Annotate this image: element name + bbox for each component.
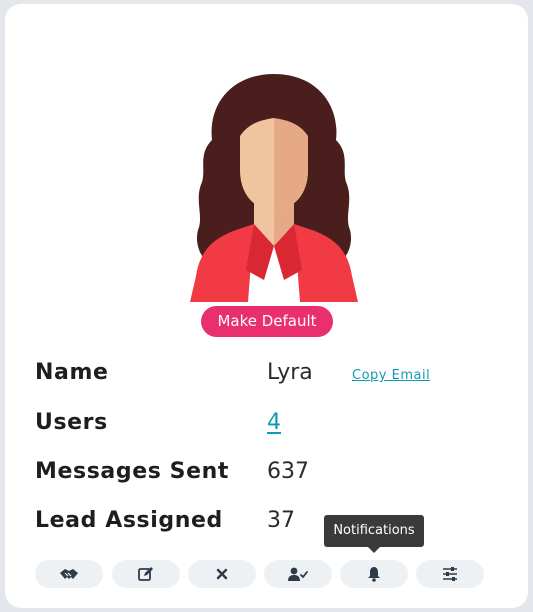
users-row: Users 4 (35, 410, 515, 440)
edit-button[interactable] (112, 560, 180, 588)
name-value: Lyra (267, 360, 313, 385)
messages-sent-row: Messages Sent 637 (35, 459, 515, 489)
name-row: Name Lyra Copy Email (35, 360, 515, 390)
name-label: Name (35, 360, 109, 385)
bell-icon (368, 567, 380, 582)
action-bar (35, 560, 487, 588)
messages-sent-label: Messages Sent (35, 459, 230, 484)
handshake-icon (60, 569, 78, 579)
lead-assigned-row: Lead Assigned 37 (35, 508, 515, 538)
assign-user-button[interactable] (264, 560, 332, 588)
settings-button[interactable] (416, 560, 484, 588)
users-count-link[interactable]: 4 (267, 410, 281, 435)
close-icon (216, 568, 228, 580)
notifications-tooltip: Notifications (324, 515, 424, 553)
notifications-button[interactable] (340, 560, 408, 588)
copy-email-link[interactable]: Copy Email (352, 368, 430, 383)
user-check-icon (288, 567, 308, 581)
edit-icon (138, 567, 153, 581)
avatar (190, 74, 358, 302)
make-default-button[interactable]: Make Default (201, 306, 333, 337)
lead-assigned-value: 37 (267, 508, 295, 533)
users-label: Users (35, 410, 108, 435)
messages-sent-value: 637 (267, 459, 309, 484)
lead-assigned-label: Lead Assigned (35, 508, 223, 533)
sliders-icon (443, 567, 457, 581)
users-value: 4 (267, 410, 281, 435)
delete-button[interactable] (188, 560, 256, 588)
profile-card: Make Default Name Lyra Copy Email Users … (5, 4, 528, 608)
handshake-button[interactable] (35, 560, 103, 588)
